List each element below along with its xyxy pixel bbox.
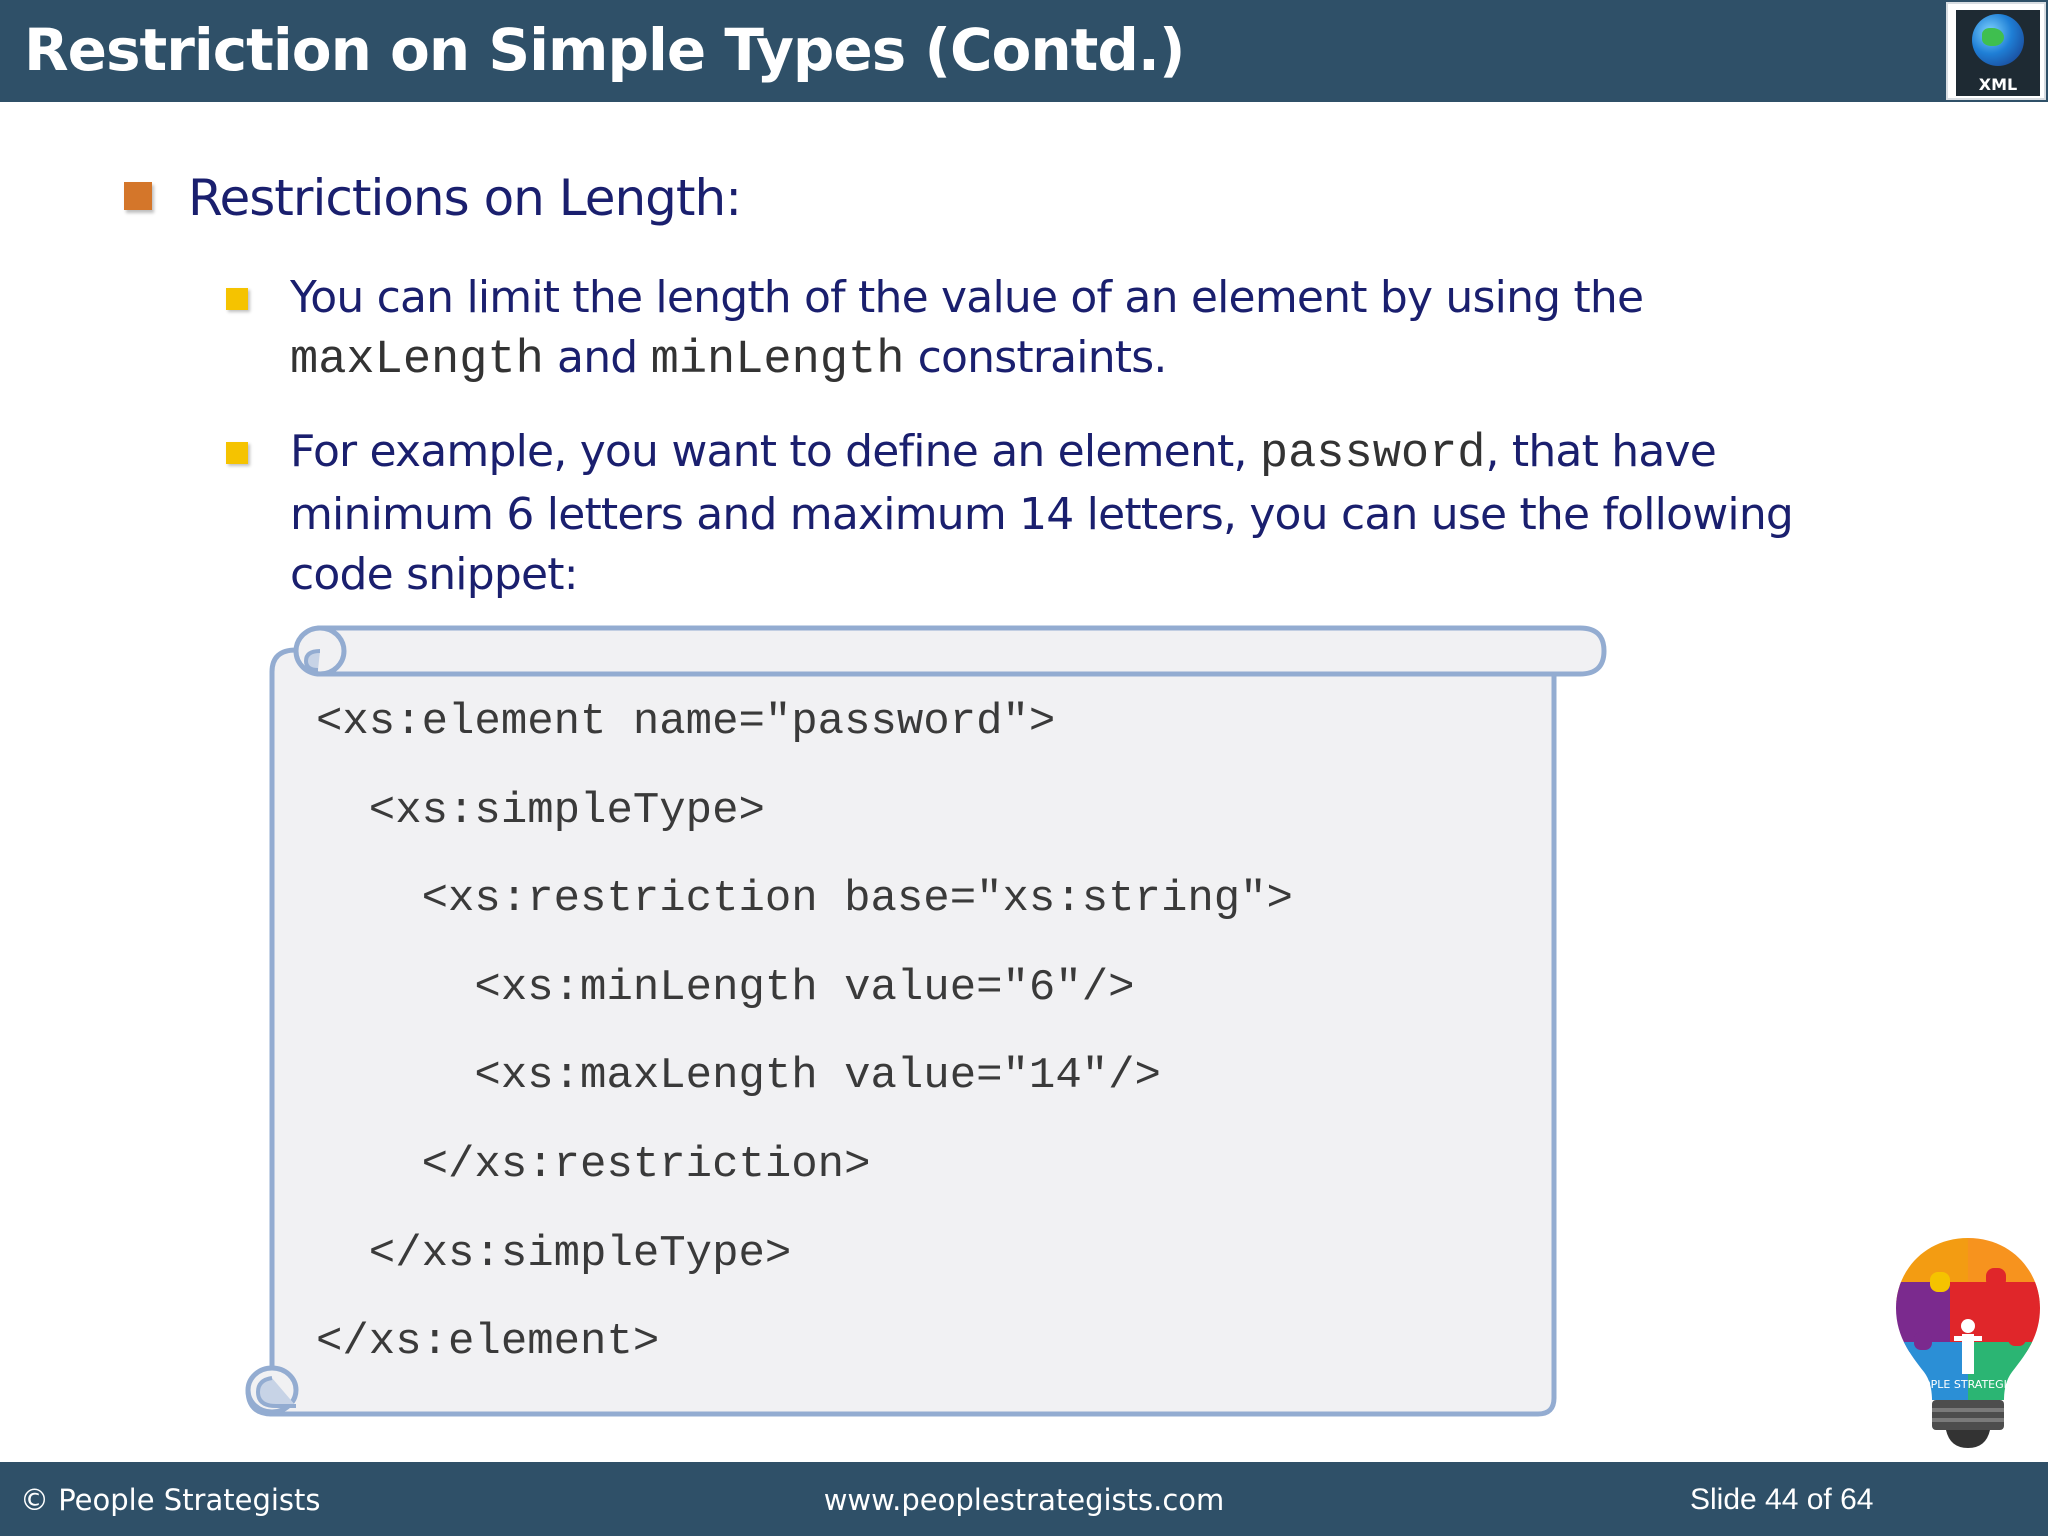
slide-counter: Slide 44 of 64 [1690, 1483, 1874, 1516]
code-line: </xs:simpleType> [316, 1229, 792, 1279]
brand-logo-text: PEOPLE STRATEGISTS [1908, 1378, 2027, 1391]
lightbulb-puzzle-icon: PEOPLE STRATEGISTS [1896, 1238, 2040, 1448]
code-line: <xs:restriction base="xs:string"> [316, 874, 1293, 924]
code-snippet: <xs:element name="password"> <xs:simpleT… [316, 692, 1536, 1367]
code-line: <xs:element name="password"> [316, 697, 1056, 747]
code-line: </xs:element> [316, 1317, 660, 1367]
code-line: </xs:restriction> [316, 1140, 871, 1190]
footer: © People Strategists www.peoplestrategis… [0, 1462, 2048, 1536]
code-line: <xs:simpleType> [316, 786, 765, 836]
code-line: <xs:minLength value="6"/> [316, 963, 1135, 1013]
code-line: <xs:maxLength value="14"/> [316, 1051, 1161, 1101]
